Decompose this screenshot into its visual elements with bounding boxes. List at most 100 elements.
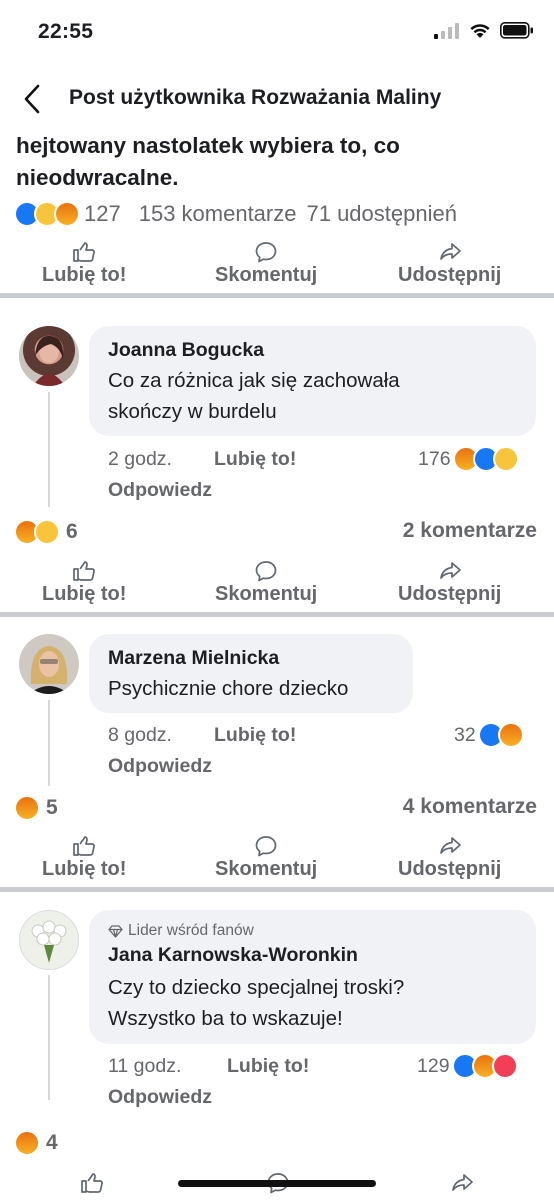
comment-reply-button[interactable]: Odpowiedz [108,1086,212,1109]
comment-text-line: skończy w burdelu [108,400,277,423]
post-text: hejtowany nastolatek wybiera to, co nieo… [16,130,536,194]
fan-badge: Lider wśród fanów [108,922,254,940]
comment-text-line: Co za różnica jak się zachowała [108,369,400,392]
thumbs-up-icon [73,836,96,856]
avatar-photo [31,920,67,963]
status-time: 22:55 [38,20,94,43]
comment-like-button[interactable]: Lubię to! [214,448,296,471]
comment-author[interactable]: Marzena Mielnicka [108,647,279,670]
like-button[interactable]: Lubię to! [42,835,126,881]
comment-time: 2 godz. [108,448,172,470]
section-divider [0,293,554,298]
post-text-line: nieodwracalne. [16,165,179,190]
like-button[interactable]: Lubię to! [42,241,126,287]
reaction-count: 6 [66,520,78,543]
share-arrow-icon [439,243,461,260]
action-bar: Lubię to! Skomentuj Udostępnij [0,835,554,887]
post-stats: 127 153 komentarze 71 udostępnień [14,199,540,229]
like-label: Lubię to! [42,858,127,880]
wow-reaction-icon [34,519,60,545]
comment-reactions[interactable]: 129 [417,1053,518,1079]
post-reaction-count[interactable]: 127 [84,201,121,227]
comment-text-line: Czy to dziecko specjalnej troski? [108,976,405,999]
comment-text: Czy to dziecko specjalnej troski? Wszyst… [108,972,528,1034]
home-indicator[interactable] [178,1180,376,1187]
share-label: Udostępnij [398,583,502,605]
avatar-photo [33,335,65,386]
thread-line [48,392,50,507]
comment-text-line: Wszystko ba to wskazuje! [108,1007,343,1030]
share-button[interactable]: Udostępnij [398,241,501,287]
comment-bubble[interactable]: Joanna Bogucka Co za różnica jak się zac… [89,326,536,436]
section-divider [0,887,554,892]
post-comments-count[interactable]: 153 komentarze [139,201,297,227]
reaction-count: 5 [46,796,58,819]
post-reaction-icons[interactable] [14,201,80,227]
share-label: Udostępnij [398,264,502,286]
comment-text: Co za różnica jak się zachowała skończy … [108,365,528,427]
post-shares-count[interactable]: 71 udostępnień [306,201,456,227]
fan-badge-label: Lider wśród fanów [128,922,254,939]
diamond-icon [108,924,123,938]
comment-reactions[interactable]: 176 [418,446,519,472]
angry-reaction-icon [14,795,40,821]
share-arrow-icon[interactable] [450,1172,474,1194]
angry-reaction-icon [14,1130,40,1156]
comment-summary-reactions[interactable]: 6 [14,519,78,545]
comment-reaction-count: 129 [417,1054,450,1077]
comment-label: Skomentuj [215,858,318,880]
post-action-bar: Lubię to! Skomentuj Udostępnij [0,241,554,293]
thumbs-up-icon [73,242,96,262]
comment-like-button[interactable]: Lubię to! [227,1055,309,1078]
avatar[interactable] [19,326,79,386]
comment-bubble-icon [255,836,277,857]
wifi-icon [470,24,490,38]
comment-summary-reactions[interactable]: 4 [14,1130,58,1156]
haha-reaction-icon [492,446,519,472]
comment-like-button[interactable]: Lubię to! [214,724,296,747]
like-label: Lubię to! [42,583,127,605]
comment-label: Skomentuj [215,583,318,605]
comment-count[interactable]: 4 komentarze [403,795,537,819]
comment-text-line: Psychicznie chore dziecko [108,677,349,700]
comment-author[interactable]: Joanna Bogucka [108,339,264,362]
comment-reaction-count: 176 [418,447,451,470]
thread-line [48,975,50,1100]
comment-time: 8 godz. [108,724,172,746]
thread-line [48,700,50,786]
comment-time: 11 godz. [108,1055,182,1077]
thumbs-up-icon [73,561,96,581]
cellular-signal-icon [434,22,459,39]
angry-reaction-icon [497,722,524,748]
status-icons [434,22,534,39]
comment-author[interactable]: Jana Karnowska-Woronkin [108,944,358,967]
share-button[interactable]: Udostępnij [398,560,501,606]
action-bar: Lubię to! Skomentuj Udostępnij [0,560,554,612]
comment-button[interactable]: Skomentuj [215,835,317,881]
share-label: Udostępnij [398,858,502,880]
comment-reactions[interactable]: 32 [454,722,524,748]
comment-reply-button[interactable]: Odpowiedz [108,755,212,778]
section-divider [0,612,554,617]
share-button[interactable]: Udostępnij [398,835,501,881]
back-arrow-icon[interactable] [18,82,48,116]
comment-bubble[interactable]: Lider wśród fanów Jana Karnowska-Woronki… [89,910,536,1044]
comment-summary-reactions[interactable]: 5 [14,795,58,821]
avatar-photo [29,646,69,694]
comment-bubble[interactable]: Marzena Mielnicka Psychicznie chore dzie… [89,634,413,713]
comment-label: Skomentuj [215,264,318,286]
like-label: Lubię to! [42,264,127,286]
avatar[interactable] [19,910,79,970]
love-reaction-icon [491,1053,518,1079]
comment-reaction-count: 32 [454,723,476,746]
comment-button[interactable]: Skomentuj [215,560,317,606]
post-text-line: hejtowany nastolatek wybiera to, co [16,133,400,158]
reaction-count: 4 [46,1131,58,1154]
comment-reply-button[interactable]: Odpowiedz [108,479,212,502]
thumbs-up-icon[interactable] [80,1172,104,1194]
like-button[interactable]: Lubię to! [42,560,126,606]
comment-count[interactable]: 2 komentarze [403,519,537,543]
avatar[interactable] [19,634,79,694]
battery-icon [500,22,533,39]
comment-button[interactable]: Skomentuj [215,241,317,287]
